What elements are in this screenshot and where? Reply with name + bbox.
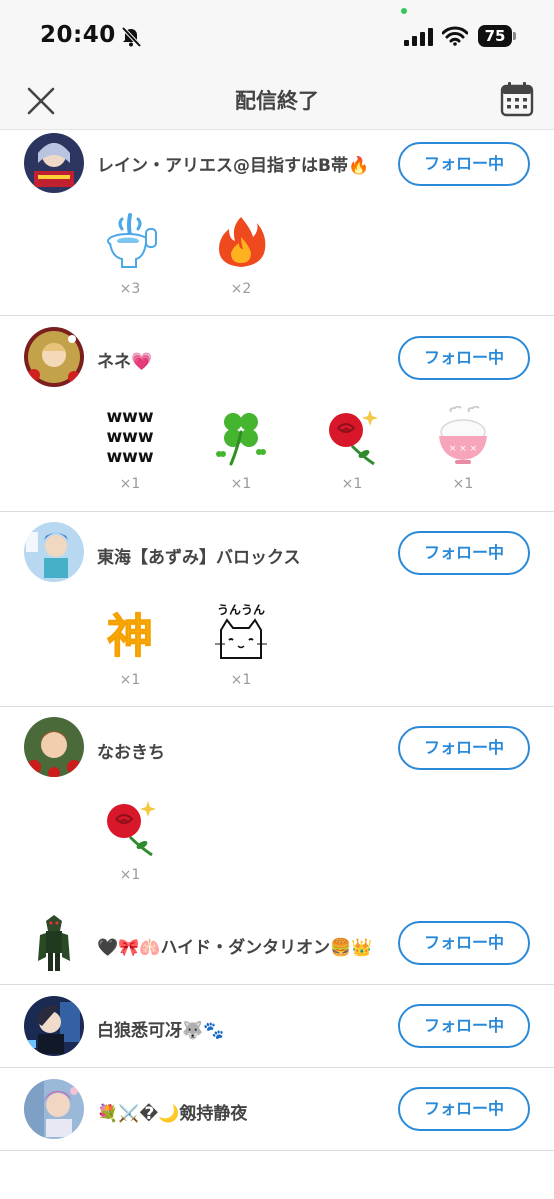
gift-count: ×3: [119, 281, 141, 297]
avatar[interactable]: [24, 522, 84, 582]
gift-item: × × × ×1: [423, 406, 503, 502]
avatar[interactable]: [24, 133, 84, 193]
user-name: 白狼悉可冴🐺🐾: [97, 1021, 225, 1041]
svg-text:× × ×: × × ×: [449, 444, 477, 454]
gift-count: ×2: [230, 281, 252, 297]
gift-count: ×1: [341, 476, 363, 492]
page-title: 配信終了: [235, 89, 319, 113]
battery-tip: [513, 32, 516, 40]
user-name: ネネ💗: [97, 352, 153, 372]
four-leaf-clover-icon: [216, 413, 266, 466]
gift-count: ×1: [119, 672, 141, 688]
svg-text:神: 神: [107, 609, 153, 662]
following-button[interactable]: フォロー中: [398, 1004, 530, 1048]
list-item: 🖤🎀🫁ハイド・ダンタリオン🍔👑 フォロー中: [0, 902, 554, 985]
list-item: 白狼悉可冴🐺🐾 フォロー中: [0, 985, 554, 1068]
following-button[interactable]: フォロー中: [398, 1087, 530, 1131]
svg-text:うんうん: うんうん: [217, 603, 265, 617]
gift-count: ×1: [452, 476, 474, 492]
battery-level: 75: [478, 25, 512, 47]
user-name: 東海【あずみ】バロックス: [97, 548, 301, 568]
avatar[interactable]: [24, 717, 84, 777]
battery-indicator: 75: [478, 25, 518, 47]
following-button[interactable]: フォロー中: [398, 142, 530, 186]
following-button[interactable]: フォロー中: [398, 726, 530, 770]
avatar[interactable]: [24, 913, 84, 973]
user-name: レイン・アリエス@目指すはB帯🔥: [97, 156, 370, 176]
following-button[interactable]: フォロー中: [398, 921, 530, 965]
list-item: レイン・アリエス@目指すはB帯🔥 フォロー中 ×3 ×2: [0, 131, 554, 316]
avatar[interactable]: [24, 1079, 84, 1139]
list-item: 東海【あずみ】バロックス フォロー中 神 ×1 うんうん ×1: [0, 512, 554, 707]
gift-item: www www www ×1: [90, 406, 170, 502]
www-text-icon: www www www: [106, 407, 153, 466]
user-name: なおきち: [97, 743, 165, 763]
nav-bar: 配信終了: [0, 72, 554, 130]
privacy-indicator-dot: [401, 8, 407, 14]
svg-text:www: www: [106, 447, 153, 466]
kami-kanji-icon: 神: [107, 609, 154, 663]
wifi-icon: [442, 26, 468, 46]
gift-item: 神 ×1: [90, 602, 170, 698]
gift-item: ×2: [201, 211, 281, 307]
following-button[interactable]: フォロー中: [398, 336, 530, 380]
list-item: なおきち フォロー中 ×1: [0, 707, 554, 902]
user-name: 💐⚔️�🌙剱持静夜: [97, 1104, 248, 1124]
unun-cat-icon: うんうん: [215, 603, 267, 659]
svg-text:www: www: [106, 407, 153, 427]
gift-count: ×1: [230, 476, 252, 492]
red-rose-icon: [107, 801, 156, 857]
svg-text:www: www: [106, 427, 153, 447]
gift-count: ×1: [230, 672, 252, 688]
gift-count: ×1: [119, 867, 141, 883]
status-bar: 20:40 75: [0, 0, 554, 72]
user-name: 🖤🎀🫁ハイド・ダンタリオン🍔👑: [97, 938, 373, 958]
gift-item: ×3: [90, 211, 170, 307]
status-time: 20:40: [40, 22, 116, 48]
list-item: 💐⚔️�🌙剱持静夜 フォロー中: [0, 1068, 554, 1151]
red-rose-icon: [329, 410, 378, 466]
toilet-fountain-icon: [107, 213, 157, 268]
rice-bowl-icon: × × ×: [439, 406, 487, 464]
gift-item: ×1: [90, 797, 170, 893]
following-button[interactable]: フォロー中: [398, 531, 530, 575]
avatar[interactable]: [24, 327, 84, 387]
avatar[interactable]: [24, 996, 84, 1056]
cellular-signal-icon: [404, 28, 433, 46]
fire-icon: [219, 217, 266, 267]
gift-item: ×1: [201, 406, 281, 502]
bell-muted-icon: [121, 26, 142, 48]
list-item: ネネ💗 フォロー中 www www www ×1 ×1 ×1 × × × ×1: [0, 316, 554, 512]
calendar-icon[interactable]: [500, 81, 534, 117]
gift-item: うんうん ×1: [201, 602, 281, 698]
gift-count: ×1: [119, 476, 141, 492]
gift-item: ×1: [312, 406, 392, 502]
